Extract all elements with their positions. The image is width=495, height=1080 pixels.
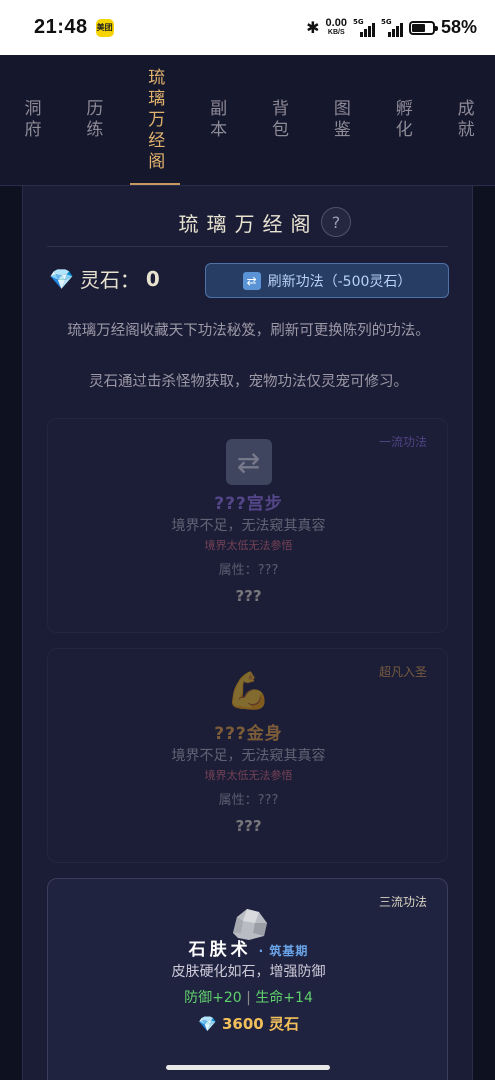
panel-title: 琉璃万经阁 — [178, 212, 319, 236]
skill-realm: · 筑基期 — [258, 944, 309, 958]
title-divider — [47, 246, 448, 247]
network-speed: 0.00 KB/S — [325, 16, 347, 37]
meituan-app-icon: 美团 — [95, 18, 114, 37]
skill-card-1[interactable]: 一流功法 ⇄ ???宫步 境界不足，无法窥其真容 境界太低无法参悟 属性：???… — [47, 418, 448, 633]
network-speed-unit: KB/S — [327, 28, 345, 36]
skill-price: 3600 灵石 — [221, 1015, 299, 1033]
refresh-icon: ⇄ — [242, 271, 261, 290]
arrows-icon: ⇄ — [225, 439, 272, 485]
skill-name: ???金身 — [214, 724, 283, 744]
stat-defense: 防御+20 — [184, 990, 242, 1006]
home-indicator[interactable] — [166, 1065, 330, 1070]
tab-label: 图鉴 — [329, 99, 350, 141]
signal-icon-2: 5G — [381, 18, 403, 37]
tab-label: 副本 — [206, 99, 227, 141]
tab-backpack[interactable]: 背包 — [248, 55, 310, 185]
skill-warning: 境界太低无法参悟 — [204, 539, 293, 552]
skill-description: 境界不足，无法窥其真容 — [171, 518, 326, 534]
skill-description: 境界不足，无法窥其真容 — [171, 748, 326, 764]
bluetooth-icon: ✱ — [306, 18, 320, 37]
tab-hatch[interactable]: 孵化 — [371, 55, 433, 185]
skill-stats: 防御+20 | 生命+14 — [48, 987, 449, 1007]
help-button[interactable]: ? — [321, 207, 351, 237]
skill-name-row: 石肤术 · 筑基期 — [48, 935, 449, 960]
network-speed-value: 0.00 — [325, 16, 347, 29]
diamond-icon: 💎 — [49, 266, 74, 291]
tab-label: 琉璃万经阁 — [144, 67, 165, 173]
tab-lilian[interactable]: 历练 — [62, 55, 124, 185]
skill-icon-wrap: ⇄ — [48, 439, 449, 485]
tab-achievements[interactable]: 成就 — [433, 55, 495, 185]
status-icons: ✱ 0.00 KB/S 5G 5G 58% — [306, 17, 477, 38]
stat-hp: 生命+14 — [255, 990, 313, 1006]
battery-icon — [408, 20, 438, 35]
skill-name: 石肤术 — [188, 940, 252, 960]
intro-line-2: 灵石通过击杀怪物获取，宠物功法仅灵宠可修习。 — [89, 374, 408, 390]
tab-label: 洞府 — [20, 99, 41, 141]
tab-label: 历练 — [82, 99, 103, 141]
spirit-stone-balance: 💎 灵石： 0 — [49, 264, 160, 293]
tab-dongfu[interactable]: 洞府 — [0, 55, 62, 185]
status-time: 21:48 — [34, 16, 88, 38]
spirit-stone-label: 灵石： — [79, 268, 140, 292]
spirit-stone-value: 0 — [145, 266, 160, 291]
skill-attributes: 属性：??? — [218, 793, 279, 808]
library-panel: 琉璃万经阁 ? 💎 灵石： 0 ⇄ 刷新功法（-500灵石） 琉璃万经阁收藏天下… — [22, 186, 473, 1080]
signal-icon-1: 5G — [353, 18, 375, 37]
flexed-arm-icon: 💪 — [226, 671, 271, 712]
skill-attributes: 属性：??? — [218, 563, 279, 578]
tab-label: 背包 — [267, 99, 288, 141]
tab-codex[interactable]: 图鉴 — [309, 55, 371, 185]
intro-line-1: 琉璃万经阁收藏天下功法秘笈，刷新可更换陈列的功法。 — [67, 323, 430, 339]
tab-label: 成就 — [453, 99, 474, 141]
refresh-skills-label: 刷新功法（-500灵石） — [267, 273, 412, 290]
skill-price-row: 💎 3600 灵石 — [48, 1013, 449, 1034]
skill-price: ??? — [235, 587, 262, 605]
tab-label: 孵化 — [391, 99, 412, 141]
refresh-skills-button[interactable]: ⇄ 刷新功法（-500灵石） — [205, 263, 449, 298]
tab-dungeon[interactable]: 副本 — [186, 55, 248, 185]
diamond-icon: 💎 — [198, 1015, 217, 1033]
skill-card-2[interactable]: 超凡入圣 💪 ???金身 境界不足，无法窥其真容 境界太低无法参悟 属性：???… — [47, 648, 448, 863]
skill-price: ??? — [235, 817, 262, 835]
skill-description: 皮肤硬化如石，增强防御 — [171, 964, 326, 980]
tab-liuli-library[interactable]: 琉璃万经阁 — [124, 55, 186, 185]
status-bar: 21:48 美团 ✱ 0.00 KB/S 5G 5G 58% — [0, 0, 495, 55]
stat-separator: | — [246, 990, 251, 1006]
content-area[interactable]: 琉璃万经阁 ? 💎 灵石： 0 ⇄ 刷新功法（-500灵石） 琉璃万经阁收藏天下… — [0, 186, 495, 1080]
top-nav: 洞府 历练 琉璃万经阁 副本 背包 图鉴 孵化 成就 — [0, 55, 495, 186]
skill-icon-wrap: 💪 — [48, 669, 449, 715]
skill-card-3[interactable]: 三流功法 石肤术 · 筑基期 皮肤硬化如石，增强防御 防御+20 | 生命+14 — [47, 878, 448, 1080]
skill-warning: 境界太低无法参悟 — [204, 769, 293, 782]
battery-percent: 58% — [440, 17, 477, 37]
skill-name: ???宫步 — [214, 494, 283, 514]
